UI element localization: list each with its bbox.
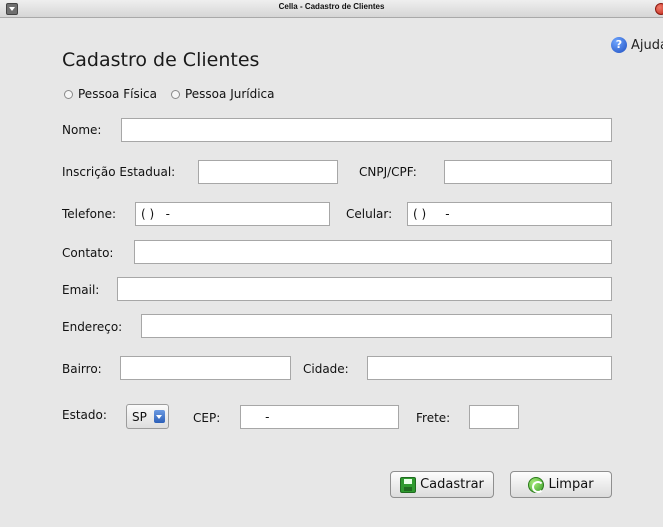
radio-circle-icon (64, 89, 73, 99)
cnpj-field[interactable] (444, 160, 612, 184)
title-bar: Cella - Cadastro de Clientes (0, 0, 663, 18)
save-icon (400, 476, 417, 493)
window-title: Cella - Cadastro de Clientes (278, 2, 385, 11)
frete-label: Frete: (416, 411, 451, 425)
radio-pessoa-fisica[interactable]: Pessoa Física (64, 87, 157, 101)
radio-circle-icon (170, 89, 180, 99)
cnpj-label: CNPJ/CPF: (359, 165, 417, 179)
help-button[interactable]: ? Ajuda (611, 37, 663, 53)
nome-field[interactable] (121, 118, 612, 142)
estado-select[interactable]: SP (126, 404, 169, 429)
telefone-label: Telefone: (62, 207, 116, 221)
help-icon: ? (611, 37, 627, 53)
help-label: Ajuda (631, 37, 663, 53)
endereco-label: Endereço: (62, 320, 123, 334)
cidade-field[interactable] (367, 356, 612, 380)
radio-label-juridica: Pessoa Jurídica (184, 87, 275, 101)
bairro-field[interactable] (120, 356, 291, 380)
bairro-label: Bairro: (62, 362, 102, 376)
radio-label-fisica: Pessoa Física (78, 87, 157, 101)
limpar-button[interactable]: Limpar (510, 471, 612, 498)
inscricao-field[interactable] (198, 160, 338, 184)
celular-field[interactable]: ( ) - (407, 202, 612, 226)
telefone-field[interactable]: ( ) - (135, 202, 330, 226)
estado-label: Estado: (62, 408, 107, 422)
refresh-icon (528, 476, 545, 493)
close-icon[interactable] (655, 3, 663, 15)
nome-label: Nome: (62, 123, 102, 137)
cadastrar-label: Cadastrar (420, 477, 484, 492)
cep-label: CEP: (193, 411, 221, 425)
cidade-label: Cidade: (303, 362, 349, 376)
cadastrar-button[interactable]: Cadastrar (390, 471, 494, 498)
frete-field[interactable] (469, 405, 519, 429)
email-label: Email: (62, 283, 100, 297)
page-title: Cadastro de Clientes (62, 49, 260, 71)
chevron-down-icon (154, 410, 165, 423)
inscricao-label: Inscrição Estadual: (62, 165, 176, 179)
radio-pessoa-juridica[interactable]: Pessoa Jurídica (170, 87, 275, 101)
person-type-group: Pessoa Física Pessoa Jurídica (64, 87, 275, 101)
celular-label: Celular: (346, 207, 393, 221)
endereco-field[interactable] (141, 314, 612, 338)
contato-label: Contato: (62, 246, 114, 260)
estado-selected-value: SP (132, 410, 147, 424)
email-field[interactable] (117, 277, 612, 301)
contato-field[interactable] (134, 240, 612, 264)
cep-field[interactable]: - (240, 405, 399, 429)
limpar-label: Limpar (548, 477, 594, 492)
